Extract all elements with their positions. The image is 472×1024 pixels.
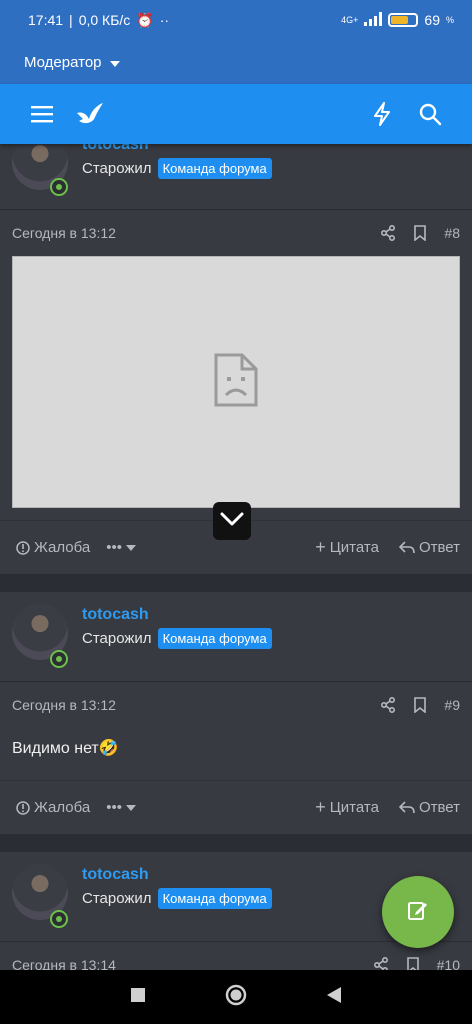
report-button[interactable]: Жалоба [16, 539, 90, 556]
quote-button[interactable]: + Цитата [315, 797, 379, 818]
post-body: Видимо нет🤣 [0, 728, 472, 768]
app-bar [0, 84, 472, 144]
caret-down-icon [109, 54, 120, 71]
more-menu-button[interactable]: ••• [106, 799, 136, 816]
post-feed: totocash Старожил Команда форума Сегодня… [0, 122, 472, 1006]
reply-button[interactable]: Ответ [398, 539, 460, 556]
more-menu-button[interactable]: ••• [106, 539, 136, 556]
post-meta: Сегодня в 13:12 #9 [0, 682, 472, 728]
team-badge: Команда форума [157, 628, 272, 649]
quote-button[interactable]: + Цитата [315, 537, 379, 558]
recents-icon[interactable] [130, 987, 146, 1008]
moderator-menu[interactable]: Модератор [0, 40, 472, 84]
signal-icon [364, 11, 383, 29]
battery-level: 69 [424, 12, 440, 28]
broken-file-icon [214, 353, 258, 412]
site-logo-icon[interactable] [70, 94, 110, 134]
moderator-label: Модератор [24, 53, 102, 71]
team-badge: Команда форума [157, 888, 272, 909]
search-icon[interactable] [410, 94, 450, 134]
post-actions: Жалоба ••• + Цитата Ответ [0, 780, 472, 834]
post-9: totocash Старожил Команда форума Сегодня… [0, 592, 472, 834]
signal-label: 4G+ [341, 15, 359, 25]
compose-button[interactable] [382, 876, 454, 948]
post-number[interactable]: #9 [444, 697, 460, 713]
battery-icon [388, 13, 419, 27]
dots-icon: ·· [159, 12, 170, 28]
edit-icon [407, 899, 429, 926]
hamburger-menu-icon[interactable] [22, 94, 62, 134]
system-status-bar: 17:41 | 0,0 КБ/с ⏰ ·· 4G+ 69 % [0, 0, 472, 40]
post-date[interactable]: Сегодня в 13:12 [12, 225, 362, 241]
online-indicator-icon [50, 178, 68, 196]
system-navigation-bar [0, 970, 472, 1024]
network-speed: 0,0 КБ/с [78, 12, 131, 28]
report-button[interactable]: Жалоба [16, 799, 90, 816]
online-indicator-icon [50, 650, 68, 668]
reply-button[interactable]: Ответ [398, 799, 460, 816]
post-meta: Сегодня в 13:12 #8 [0, 210, 472, 256]
alarm-icon: ⏰ [136, 11, 154, 28]
user-title: Старожил [82, 160, 152, 177]
post-number[interactable]: #8 [444, 225, 460, 241]
share-icon[interactable] [380, 225, 396, 241]
home-icon[interactable] [225, 984, 247, 1011]
post-body [0, 256, 472, 508]
chevron-down-icon [220, 512, 244, 531]
user-title: Старожил [82, 630, 152, 647]
bookmark-icon[interactable] [414, 697, 427, 713]
share-icon[interactable] [380, 697, 396, 713]
online-indicator-icon [50, 910, 68, 928]
team-badge: Команда форума [157, 158, 272, 179]
scroll-down-button[interactable] [213, 502, 251, 540]
back-icon[interactable] [326, 986, 342, 1009]
broken-embed [12, 256, 460, 508]
post-text: Видимо нет🤣 [12, 740, 119, 757]
clock: 17:41 [28, 12, 64, 28]
username-link[interactable]: totocash [82, 866, 149, 884]
username-link[interactable]: totocash [82, 606, 149, 624]
post-author: totocash Старожил Команда форума [0, 592, 472, 682]
lightning-icon[interactable] [362, 94, 402, 134]
bookmark-icon[interactable] [414, 225, 427, 241]
post-date[interactable]: Сегодня в 13:12 [12, 697, 362, 713]
user-title: Старожил [82, 890, 152, 907]
